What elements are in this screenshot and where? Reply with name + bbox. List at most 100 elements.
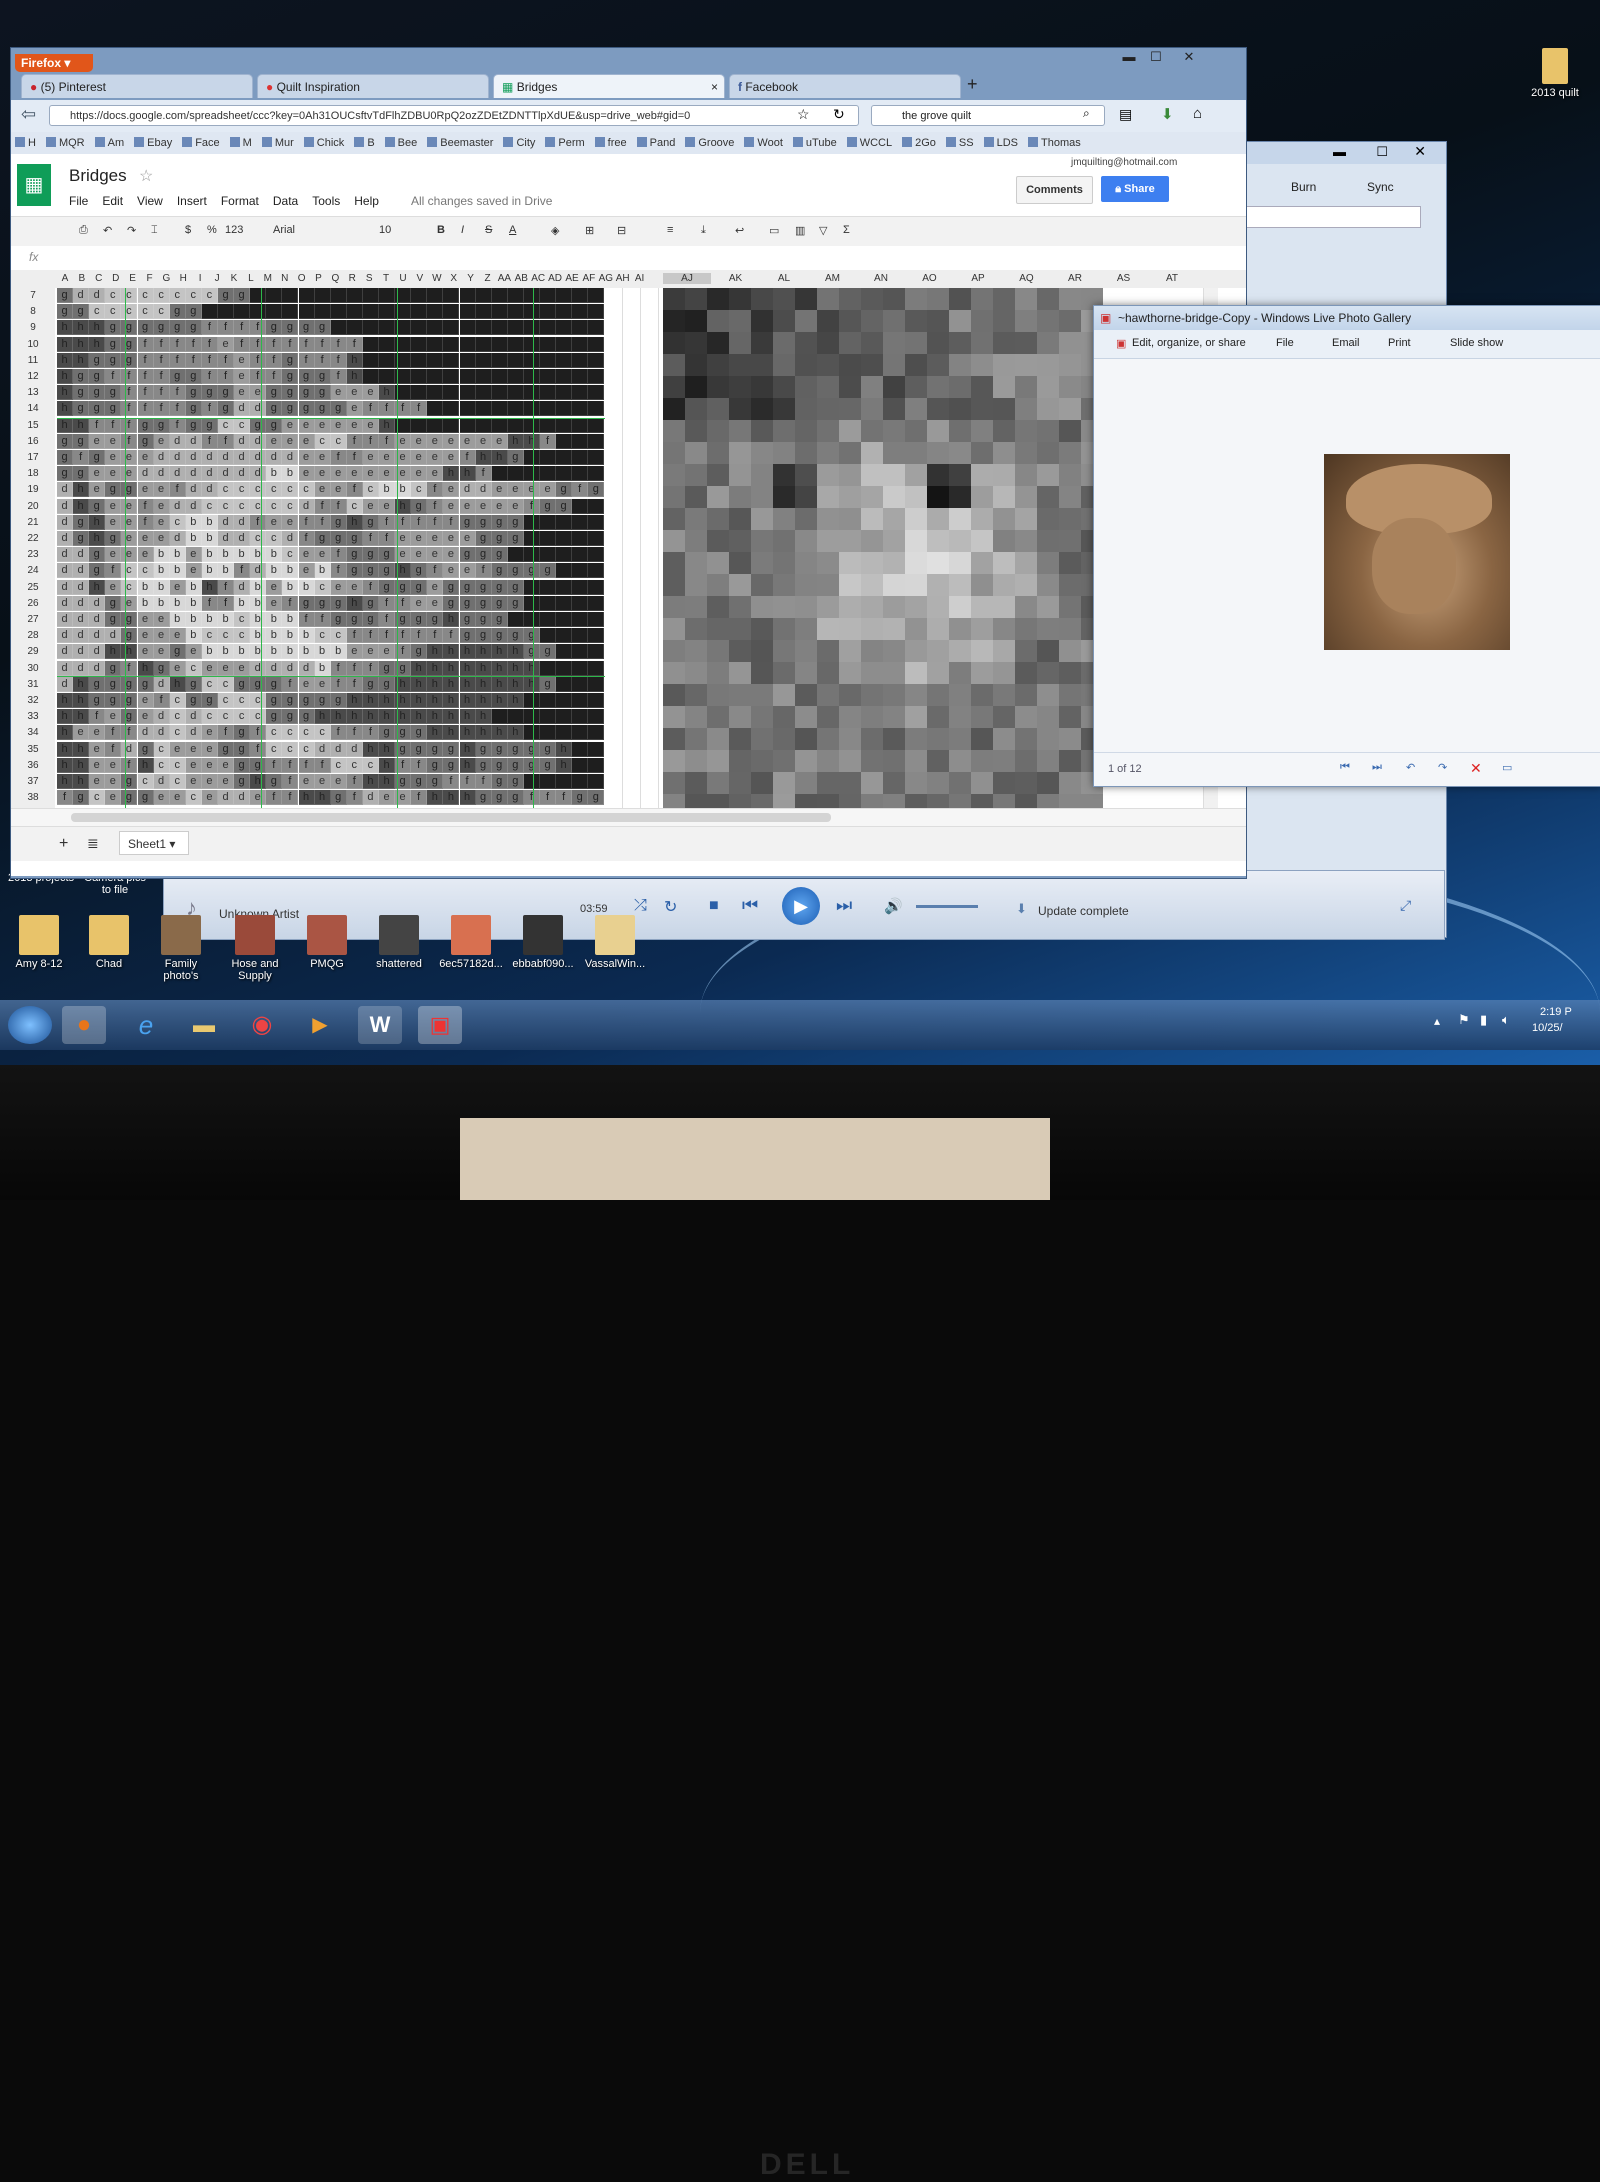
sheet-cell[interactable]	[459, 288, 476, 303]
pixel-cell[interactable]	[795, 596, 817, 618]
sheet-cell[interactable]: g	[153, 660, 170, 676]
sheet-cell[interactable]: c	[89, 790, 106, 806]
sheet-cell[interactable]: e	[105, 579, 122, 595]
sheet-cell[interactable]: f	[346, 450, 363, 465]
close-tab-icon[interactable]: ×	[711, 75, 718, 98]
sheet-cell[interactable]: b	[153, 563, 170, 579]
sheet-cell[interactable]: c	[250, 482, 267, 498]
sheet-cell[interactable]: f	[137, 369, 154, 384]
sheet-cell[interactable]: e	[411, 433, 428, 449]
sheet-cell[interactable]: e	[507, 482, 524, 498]
pixel-cell[interactable]	[1037, 596, 1059, 618]
taskbar-internet-explorer[interactable]: e	[124, 1006, 168, 1044]
sheet-cell[interactable]: d	[73, 595, 90, 611]
desktop-icon[interactable]: 6ec57182d...	[438, 915, 504, 970]
menu-email[interactable]: Email	[1332, 337, 1360, 349]
sheet-cell[interactable]: f	[427, 628, 444, 644]
pixel-cell[interactable]	[883, 398, 905, 420]
sheet-cell[interactable]: d	[234, 401, 251, 417]
bookmark-item[interactable]: Mur	[261, 132, 294, 154]
sheet-cell[interactable]: g	[523, 563, 540, 579]
sheet-cell[interactable]	[523, 417, 540, 433]
sheet-cell[interactable]	[475, 352, 492, 368]
sheet-cell[interactable]: d	[314, 741, 331, 757]
pixel-cell[interactable]	[817, 618, 839, 640]
sheet-cell[interactable]: b	[266, 563, 283, 579]
pixel-cell[interactable]	[1037, 728, 1059, 750]
column-header[interactable]: D	[108, 273, 124, 284]
pixel-cell[interactable]	[993, 574, 1015, 596]
pixel-cell[interactable]	[949, 508, 971, 530]
pixel-cell[interactable]	[685, 486, 707, 508]
tab-pinterest[interactable]: ● (5) Pinterest	[21, 74, 253, 98]
pixel-cell[interactable]	[993, 640, 1015, 662]
sheet-cell[interactable]: d	[153, 774, 170, 789]
pixel-cell[interactable]	[751, 684, 773, 706]
pixel-cell[interactable]	[729, 750, 751, 772]
row-header[interactable]: 11	[11, 355, 55, 366]
pixel-cell[interactable]	[707, 750, 729, 772]
sheet-cell[interactable]	[379, 288, 395, 303]
sheet-cell[interactable]: f	[105, 369, 122, 384]
pixel-cell[interactable]	[861, 618, 883, 640]
pixel-cell[interactable]	[817, 398, 839, 420]
pixel-cell[interactable]	[927, 728, 949, 750]
sheet-cell[interactable]: h	[73, 336, 90, 352]
pixel-cell[interactable]	[1015, 464, 1037, 486]
bookmark-item[interactable]: Beemaster	[427, 132, 493, 154]
pixel-cell[interactable]	[685, 288, 707, 310]
sheet-cell[interactable]: e	[266, 433, 283, 449]
pixel-cell[interactable]	[839, 662, 861, 684]
pixel-cell[interactable]	[993, 376, 1015, 398]
sheet-cell[interactable]: g	[362, 514, 379, 530]
sheet-cell[interactable]: h	[57, 401, 73, 417]
pixel-cell[interactable]	[1059, 508, 1081, 530]
sheet-cell[interactable]	[588, 547, 605, 563]
pixel-cell[interactable]	[1037, 574, 1059, 596]
sheet-cell[interactable]	[556, 450, 573, 465]
sheet-cell[interactable]: b	[185, 595, 202, 611]
pixel-cell[interactable]	[883, 772, 905, 794]
sheet-cell[interactable]: f	[153, 385, 170, 401]
sheet-cell[interactable]: e	[443, 433, 460, 449]
pixel-cell[interactable]	[949, 288, 971, 310]
pixel-cell[interactable]	[751, 750, 773, 772]
pixel-cell[interactable]	[751, 288, 773, 310]
pixel-cell[interactable]	[1015, 398, 1037, 420]
sheet-cell[interactable]: g	[73, 385, 90, 401]
sheet-cell[interactable]	[572, 401, 589, 417]
sheet-cell[interactable]: b	[298, 628, 315, 644]
sheet-cell[interactable]	[572, 612, 589, 627]
sheet-cell[interactable]: g	[507, 563, 524, 579]
sheet-cell[interactable]	[556, 288, 573, 303]
pixel-cell[interactable]	[839, 464, 861, 486]
sheet-cell[interactable]: g	[169, 304, 186, 320]
sheet-cell[interactable]: f	[362, 531, 379, 546]
menu-edit[interactable]: Edit	[102, 194, 123, 208]
sheet-cell[interactable]: h	[57, 336, 73, 352]
sheet-cell[interactable]: g	[314, 531, 331, 546]
column-header[interactable]: AF	[581, 273, 597, 284]
pixel-cell[interactable]	[795, 442, 817, 464]
url-bar[interactable]: https://docs.google.com/spreadsheet/ccc?…	[49, 105, 859, 126]
sheet-cell[interactable]: g	[105, 612, 122, 627]
sheet-cell[interactable]	[540, 725, 556, 741]
sheet-cell[interactable]	[491, 401, 508, 417]
sheet-cell[interactable]: e	[314, 774, 331, 789]
pixel-cell[interactable]	[971, 288, 993, 310]
sheet-cell[interactable]: g	[234, 757, 251, 773]
pixel-cell[interactable]	[993, 772, 1015, 794]
menu-print[interactable]: Print	[1388, 337, 1411, 349]
taskbar-firefox[interactable]: ●	[62, 1006, 106, 1044]
undo-icon[interactable]: ↶	[103, 224, 112, 237]
pixel-cell[interactable]	[1037, 684, 1059, 706]
pixel-cell[interactable]	[971, 398, 993, 420]
sheet-cell[interactable]	[556, 563, 573, 579]
sheet-cell[interactable]: c	[169, 514, 186, 530]
share-button[interactable]: 🔒︎ Share	[1101, 176, 1169, 202]
sheet-cell[interactable]: b	[169, 547, 186, 563]
column-header[interactable]: J	[209, 273, 225, 284]
sheet-cell[interactable]: f	[218, 369, 234, 384]
sheet-cell[interactable]: h	[443, 676, 460, 692]
column-header[interactable]: AJ	[663, 273, 711, 284]
